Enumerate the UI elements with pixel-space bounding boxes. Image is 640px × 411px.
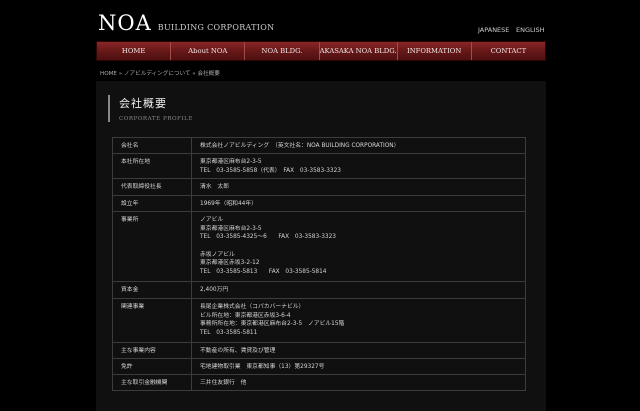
- row-label: 主な取引金融機関: [112, 374, 192, 391]
- value-line: 長尾企業株式会社（コパカバーナビル）: [200, 304, 305, 310]
- row-value: ノアビル 東京都港区麻布台2-3-5 TEL 03-3585-4325〜6 FA…: [191, 211, 526, 282]
- section-heading: 会社概要 CORPORATE PROFILE: [108, 95, 193, 122]
- value-line: 宅地建物取引業 東京都知事（13）第29327号: [200, 364, 325, 370]
- value-line: 株式会社ノアビルディング （英文社名：NOA BUILDING CORPORAT…: [200, 143, 400, 149]
- nav-about[interactable]: About NOA: [170, 42, 244, 60]
- row-label: 会社名: [112, 137, 192, 154]
- value-line: 三井住友銀行 他: [200, 380, 247, 386]
- value-line: 不動産の所有、賃貸及び管理: [200, 348, 276, 354]
- value-line: TEL 03-3585-5811: [200, 329, 258, 336]
- row-label: 免許: [112, 358, 192, 375]
- nav-home[interactable]: HOME: [97, 42, 170, 60]
- value-line: 赤坂ノアビル: [200, 251, 235, 258]
- company-profile-table: 会社名 株式会社ノアビルディング （英文社名：NOA BUILDING CORP…: [112, 137, 526, 391]
- nav-noa-bldg[interactable]: NOA BLDG.: [244, 42, 318, 60]
- page-subtitle: CORPORATE PROFILE: [119, 116, 193, 122]
- row-label: 関連事業: [112, 298, 192, 343]
- value-line: 事務所所在地：東京都港区麻布台2-3-5 ノアビル15階: [200, 321, 345, 328]
- nav-contact[interactable]: CONTACT: [470, 42, 545, 60]
- logo-mark: NOA: [98, 11, 152, 35]
- value-line: ノアビル: [200, 217, 224, 223]
- row-value: 東京都港区麻布台2-3-5 TEL 03-3585-5858（代表） FAX 0…: [191, 153, 526, 179]
- row-label: 設立年: [112, 195, 192, 212]
- value-line: 1969年（昭和44年）: [200, 201, 257, 207]
- value-line: 2,400万円: [200, 287, 229, 293]
- value-line: 東京都港区赤坂3-2-12: [200, 260, 260, 267]
- row-value: 株式会社ノアビルディング （英文社名：NOA BUILDING CORPORAT…: [191, 137, 526, 154]
- breadcrumb: HOME » ノアビルディングについて » 会社概要: [100, 71, 220, 77]
- row-label: 本社所在地: [112, 153, 192, 179]
- row-value: 長尾企業株式会社（コパカバーナビル） ビル所在地：東京都港区赤坂3-6-4 事務…: [191, 298, 526, 343]
- row-value: 宅地建物取引業 東京都知事（13）第29327号: [191, 358, 526, 375]
- row-label: 事業所: [112, 211, 192, 282]
- language-link-japanese[interactable]: JAPANESE: [478, 26, 509, 34]
- page-title: 会社概要: [119, 97, 167, 110]
- row-value: 三井住友銀行 他: [191, 374, 526, 391]
- value-line: TEL 03-3585-4325〜6 FAX 03-3583-3323: [200, 234, 336, 241]
- value-line: 東京都港区麻布台2-3-5: [200, 159, 262, 165]
- table-row: 会社名 株式会社ノアビルディング （英文社名：NOA BUILDING CORP…: [112, 137, 526, 154]
- value-line: ビル所在地：東京都港区赤坂3-6-4: [200, 312, 291, 319]
- row-value: 不動産の所有、賃貸及び管理: [191, 342, 526, 359]
- table-row: 主な取引金融機関 三井住友銀行 他: [112, 374, 526, 391]
- content-panel: 会社概要 CORPORATE PROFILE 会社名 株式会社ノアビルディング …: [96, 81, 546, 411]
- company-logo[interactable]: NOA BUILDING CORPORATION: [98, 11, 274, 35]
- value-line: TEL 03-3585-5858（代表） FAX 03-3583-3323: [200, 167, 341, 174]
- nav-information[interactable]: INFORMATION: [396, 42, 471, 60]
- table-row: 主な事業内容 不動産の所有、賃貸及び管理: [112, 342, 526, 359]
- value-line: 東京都港区麻布台2-3-5: [200, 225, 262, 232]
- logo-subtitle: BUILDING CORPORATION: [157, 23, 275, 32]
- row-value: 1969年（昭和44年）: [191, 195, 526, 212]
- table-row: 資本金 2,400万円: [112, 281, 526, 299]
- value-line: 清水 太郎: [200, 184, 229, 190]
- main-nav: HOME About NOA NOA BLDG. AKASAKA NOA BLD…: [96, 41, 546, 61]
- table-row: 本社所在地 東京都港区麻布台2-3-5 TEL 03-3585-5858（代表）…: [112, 153, 526, 179]
- value-line: TEL 03-3585-5813 FAX 03-3585-5814: [200, 268, 327, 275]
- table-row: 事業所 ノアビル 東京都港区麻布台2-3-5 TEL 03-3585-4325〜…: [112, 211, 526, 282]
- table-row: 免許 宅地建物取引業 東京都知事（13）第29327号: [112, 358, 526, 375]
- row-value: 2,400万円: [191, 281, 526, 299]
- row-value: 清水 太郎: [191, 178, 526, 196]
- table-row: 代表取締役社長 清水 太郎: [112, 178, 526, 196]
- nav-akasaka-noa-bldg[interactable]: AKASAKA NOA BLDG.: [318, 42, 397, 60]
- row-label: 資本金: [112, 281, 192, 299]
- row-label: 主な事業内容: [112, 342, 192, 359]
- language-link-english[interactable]: ENGLISH: [516, 26, 545, 34]
- row-label: 代表取締役社長: [112, 178, 192, 196]
- table-row: 関連事業 長尾企業株式会社（コパカバーナビル） ビル所在地：東京都港区赤坂3-6…: [112, 298, 526, 343]
- table-row: 設立年 1969年（昭和44年）: [112, 195, 526, 212]
